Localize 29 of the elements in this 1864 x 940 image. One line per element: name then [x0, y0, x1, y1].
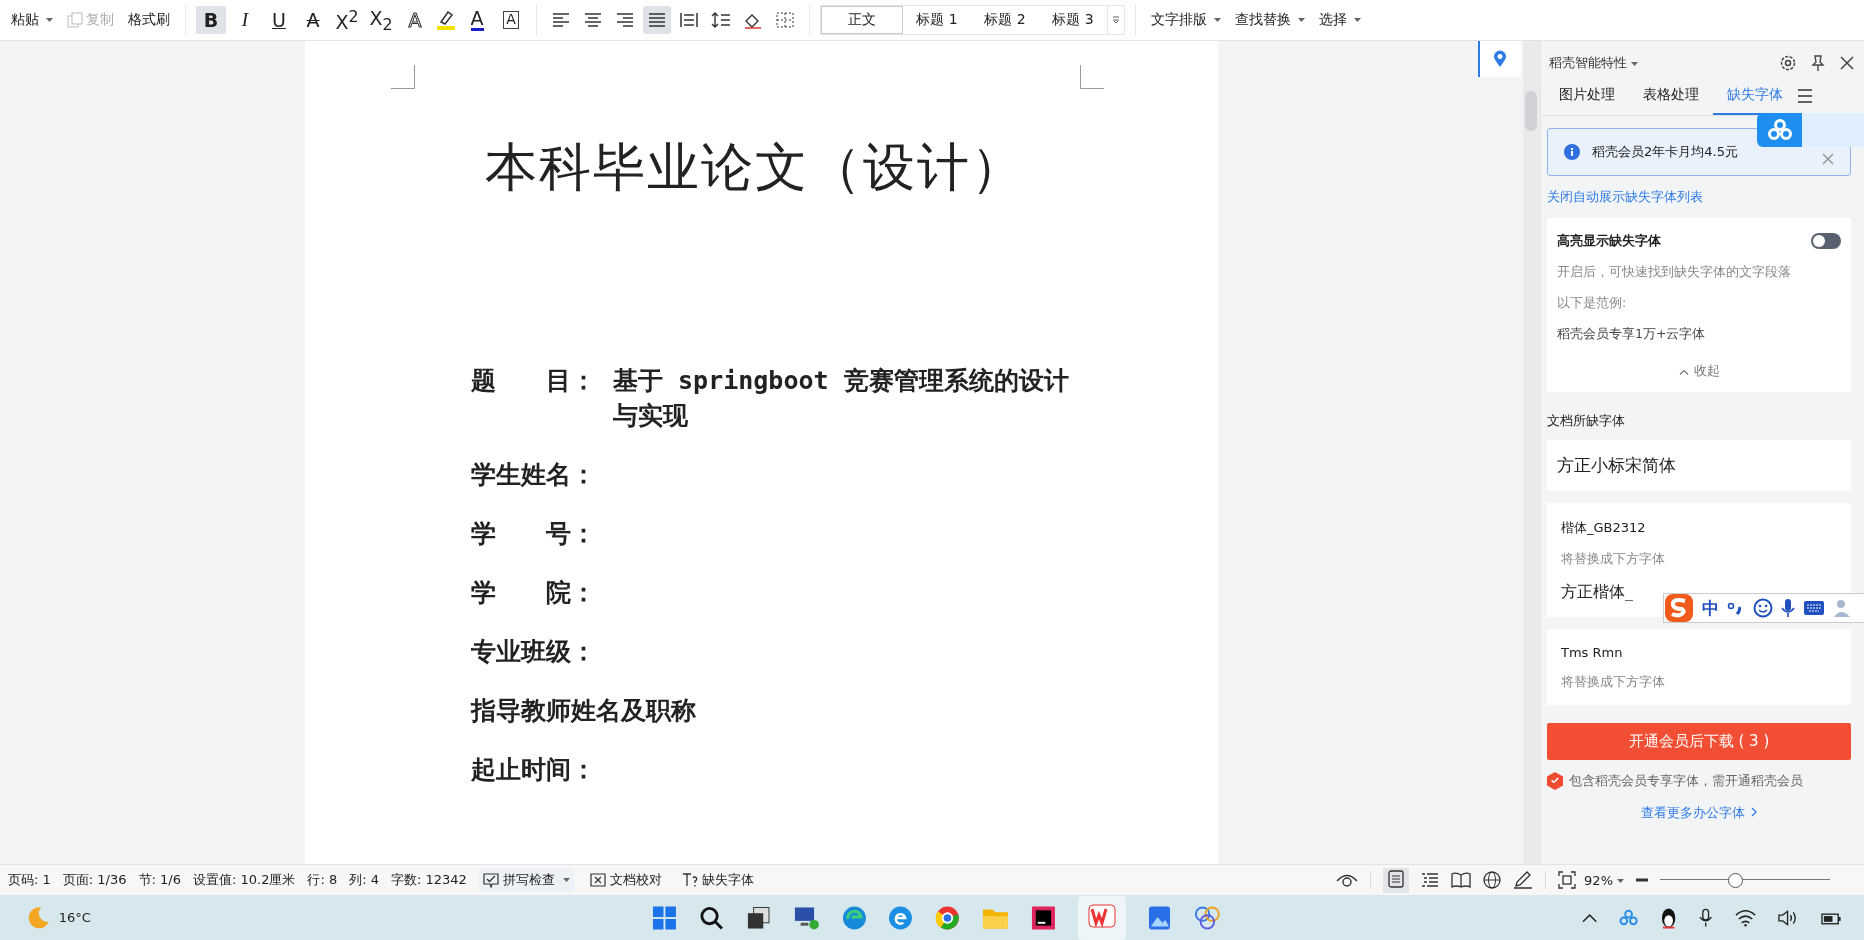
field-label: 学 号： — [471, 518, 597, 550]
field-label: 起止时间： — [471, 754, 597, 786]
notice-text: 包含稻壳会员专享字体，需开通稻壳会员 — [1569, 772, 1803, 790]
status-item: 字数: 12342 — [391, 871, 467, 889]
replace-hint: 将替换成下方字体 — [1561, 674, 1665, 691]
status-item: 页码: 1 — [8, 871, 51, 889]
font-name: 楷体_GB2312 — [1561, 519, 1646, 537]
sample-text: 稻壳会员专享1万+云字体 — [1557, 326, 1706, 343]
description-text: 开启后，可快速找到缺失字体的文字段落 — [1557, 264, 1791, 281]
replace-hint: 将替换成下方字体 — [1561, 551, 1665, 568]
field-label: 学生姓名： — [471, 459, 597, 491]
highlight-label: 高亮显示缺失字体 — [1557, 232, 1661, 250]
status-item: 行: 8 — [307, 871, 338, 889]
field-value: 基于 springboot 竞赛管理系统的设计与实现 — [613, 365, 1070, 432]
field-label: 指导教师姓名及职称 — [471, 695, 697, 727]
status-item: 节: 1/6 — [138, 871, 181, 889]
description-text: 以下是范例: — [1557, 295, 1627, 312]
status-item: 列: 4 — [349, 871, 379, 889]
section-title: 文档所缺字体 — [1547, 412, 1626, 430]
status-item: 页面: 1/36 — [62, 871, 127, 889]
status-item: 设置值: 10.2厘米 — [192, 871, 296, 889]
replacement-font: 方正楷体_ — [1561, 582, 1633, 603]
field-label: 学 院： — [471, 577, 597, 609]
field-label: 题 目： — [471, 365, 597, 397]
field-label: 专业班级： — [471, 636, 597, 668]
font-name: Tms Rmn — [1561, 645, 1623, 660]
document-title: 本科毕业论文（设计） — [485, 136, 1026, 199]
banner-text: 稻壳会员2年卡月均4.5元 — [1592, 143, 1739, 161]
font-name: 方正小标宋简体 — [1557, 454, 1676, 477]
